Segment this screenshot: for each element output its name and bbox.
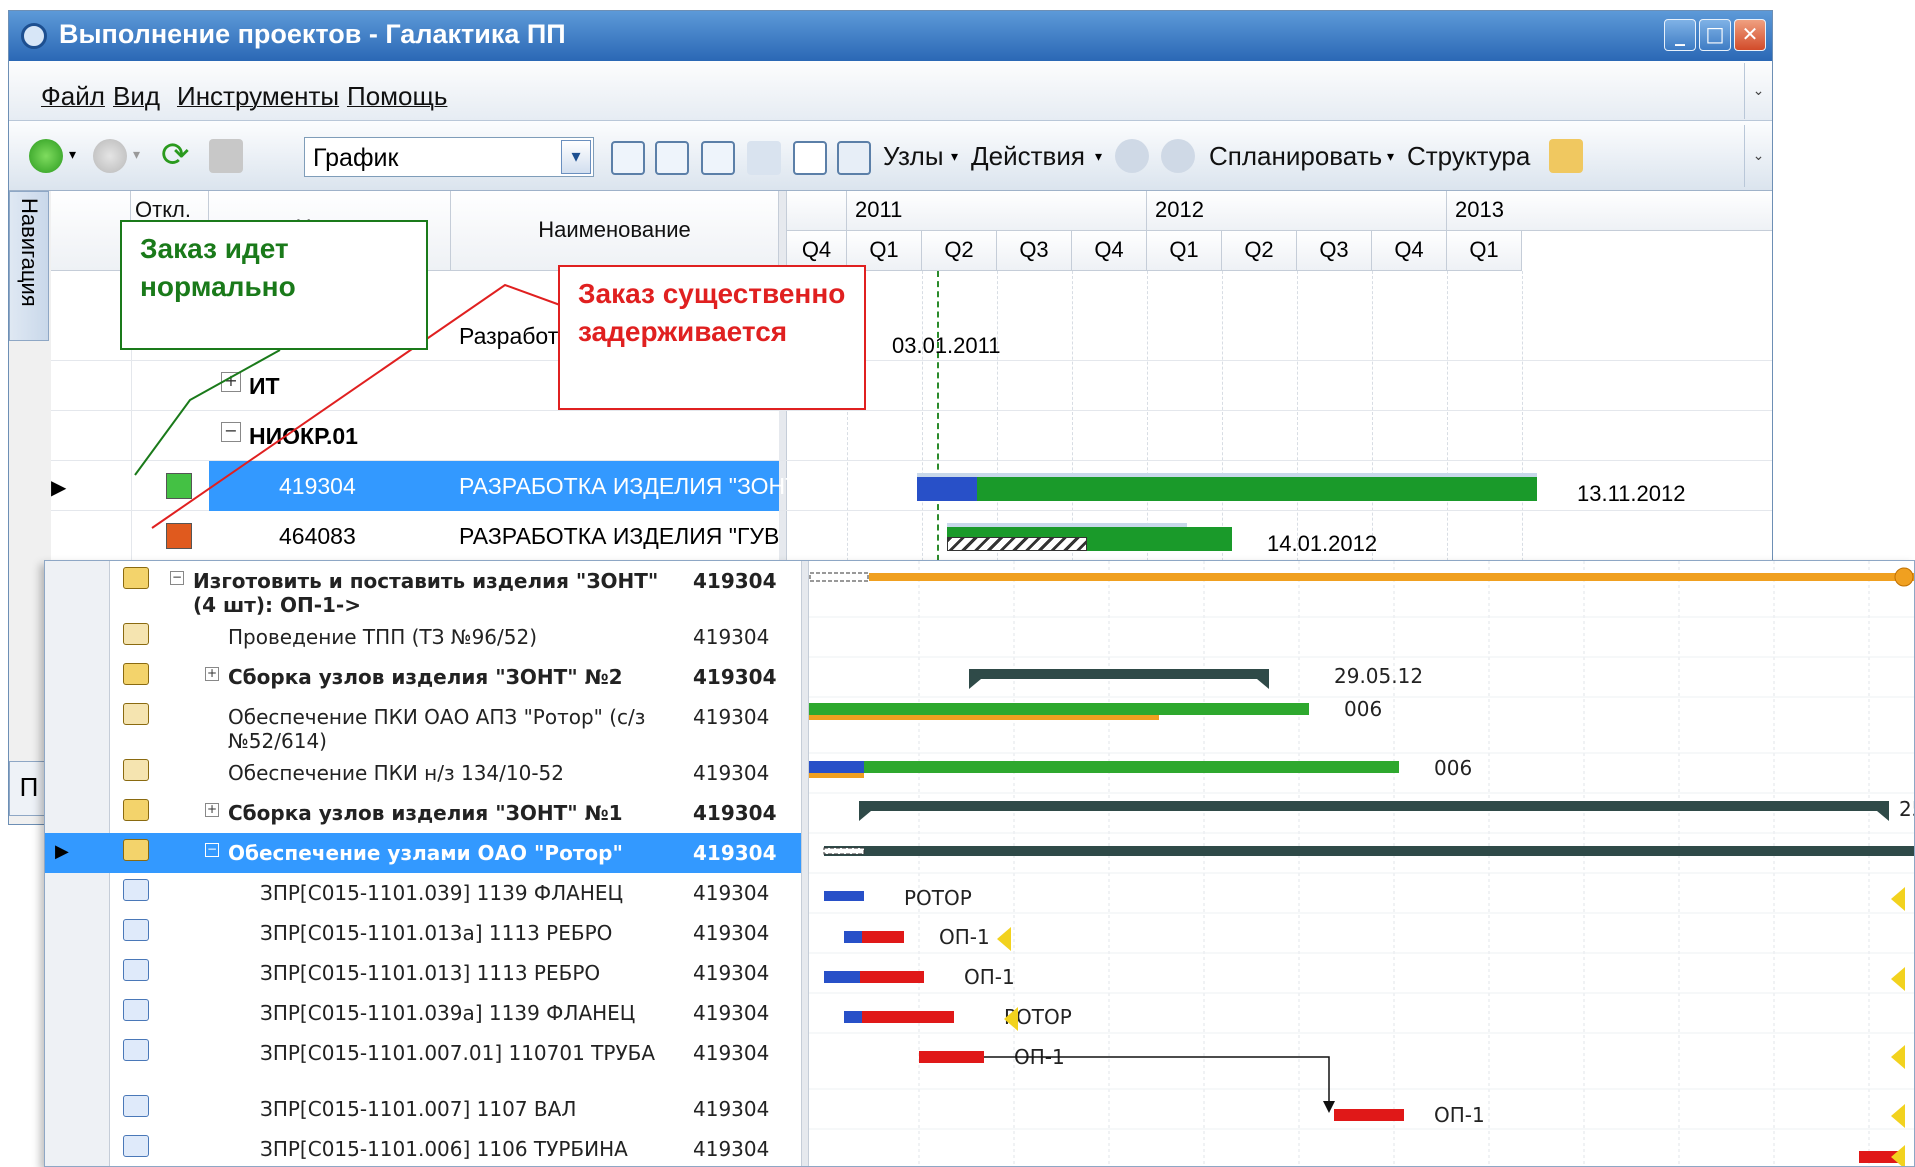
list-item[interactable]: Обеспечение ПКИ ОАО АПЗ "Ротор" (с/з №52… [45, 697, 801, 753]
normal-callout-leader [134, 349, 281, 476]
gantt-progress [824, 971, 860, 983]
milestone-marker [1891, 1045, 1905, 1069]
task-name: ЗПР[С015-1101.013а] 1113 РЕБРО [260, 921, 613, 945]
summary-gap [809, 573, 869, 581]
milestone-marker [1891, 1104, 1905, 1128]
gantt-label: 006 [1344, 697, 1382, 721]
person-icon [123, 759, 149, 781]
list-item[interactable]: + Сборка узлов изделия "ЗОНТ" №2 419304 [45, 657, 801, 697]
task-name: Проведение ТПП (ТЗ №96/52) [228, 625, 538, 649]
list-item[interactable]: ЗПР[С015-1101.007.01] 110701 ТРУБА 419304 [45, 1033, 801, 1089]
summary-bar [824, 846, 1914, 856]
dependency-arrow [1323, 1101, 1335, 1113]
folder-icon [123, 799, 149, 821]
list-item[interactable]: Обеспечение ПКИ н/з 134/10-52 419304 [45, 753, 801, 793]
task-name: ЗПР[С015-1101.007.01] 110701 ТРУБА [260, 1041, 656, 1065]
schedule-panel: − Изготовить и поставить изделия "ЗОНТ" (… [44, 560, 1915, 1167]
task-number: 419304 [693, 761, 770, 785]
gantt-label: 25. [1899, 797, 1915, 821]
person-icon [123, 623, 149, 645]
task-number: 419304 [693, 881, 770, 905]
task-number: 419304 [693, 841, 777, 865]
summary-dash [823, 847, 865, 855]
expand-toggle-icon[interactable]: − [205, 843, 219, 857]
gantt-progress [844, 931, 862, 943]
gantt-bar [809, 761, 1399, 773]
task-number: 419304 [693, 961, 770, 985]
list-item[interactable]: − Изготовить и поставить изделия "ЗОНТ" (… [45, 561, 801, 617]
gantt-label: 006 [1434, 756, 1472, 780]
summary-end-marker [1894, 567, 1914, 587]
task-number: 419304 [693, 1137, 770, 1161]
list-item[interactable]: ЗПР[С015-1101.039а] 1139 ФЛАНЕЦ 419304 [45, 993, 801, 1033]
doc-icon [123, 1135, 149, 1157]
list-item[interactable]: ЗПР[С015-1101.006] 1106 ТУРБИНА 419304 [45, 1129, 801, 1166]
task-name: ЗПР[С015-1101.039а] 1139 ФЛАНЕЦ [260, 1001, 636, 1025]
gantt-bar [1334, 1109, 1404, 1121]
task-name: ЗПР[С015-1101.039] 1139 ФЛАНЕЦ [260, 881, 624, 905]
gantt-progress [809, 761, 864, 773]
task-name: ЗПР[С015-1101.006] 1106 ТУРБИНА [260, 1137, 628, 1161]
task-number: 419304 [693, 1041, 770, 1065]
gantt-bar [919, 1051, 984, 1063]
task-number: 419304 [693, 705, 770, 729]
doc-icon [123, 919, 149, 941]
gantt-baseline [809, 773, 864, 778]
task-name: Обеспечение узлами ОАО "Ротор" [228, 841, 623, 865]
task-name: Обеспечение ПКИ н/з 134/10-52 [228, 761, 565, 785]
doc-icon [123, 879, 149, 901]
summary-bar [969, 669, 1269, 679]
task-number: 419304 [693, 1097, 770, 1121]
task-number: 419304 [693, 1001, 770, 1025]
list-item[interactable]: ЗПР[С015-1101.039] 1139 ФЛАНЕЦ 419304 [45, 873, 801, 913]
milestone-marker [1891, 887, 1905, 911]
doc-icon [123, 1039, 149, 1061]
doc-icon [123, 959, 149, 981]
gantt-bar [824, 891, 864, 901]
list-item[interactable]: − Обеспечение узлами ОАО "Ротор" 419304 [45, 833, 801, 873]
folder-icon [123, 839, 149, 861]
gantt-progress [844, 1011, 862, 1023]
row-pointer-icon: ▶ [55, 841, 69, 862]
expand-toggle-icon[interactable]: + [205, 803, 219, 817]
folder-icon [123, 663, 149, 685]
gantt-label: ОП-1 [1434, 1103, 1485, 1127]
callout-delayed: Заказ существенно задерживается [558, 265, 866, 410]
task-number: 419304 [693, 801, 777, 825]
milestone-marker [1891, 967, 1905, 991]
task-name: Изготовить и поставить изделия "ЗОНТ" (4… [193, 569, 659, 617]
task-name: Сборка узлов изделия "ЗОНТ" №1 [228, 801, 623, 825]
gantt-baseline [809, 715, 1159, 720]
task-number: 419304 [693, 921, 770, 945]
list-item[interactable]: + Сборка узлов изделия "ЗОНТ" №1 419304 [45, 793, 801, 833]
milestone-marker [997, 927, 1011, 951]
list-item[interactable]: ЗПР[С015-1101.007] 1107 ВАЛ 419304 [45, 1089, 801, 1129]
callout-normal: Заказ идет нормально [120, 220, 428, 350]
person-icon [123, 703, 149, 725]
gantt-label: 29.05.12 [1334, 664, 1423, 688]
summary-bar [859, 801, 1889, 811]
gantt-bar [809, 703, 1309, 715]
schedule-gantt: 29.05.1200600625.РОТОРОП-1ОП-1РОТОРОП-1О… [809, 561, 1915, 1166]
task-number: 419304 [693, 665, 777, 689]
folder-icon [123, 567, 149, 589]
doc-icon [123, 999, 149, 1021]
task-name: Сборка узлов изделия "ЗОНТ" №2 [228, 665, 623, 689]
list-item[interactable]: Проведение ТПП (ТЗ №96/52) 419304 [45, 617, 801, 657]
expand-toggle-icon[interactable]: + [205, 667, 219, 681]
task-number: 419304 [693, 569, 777, 593]
milestone-marker [1891, 1145, 1905, 1166]
list-item[interactable]: ЗПР[С015-1101.013] 1113 РЕБРО 419304 [45, 953, 801, 993]
gantt-label: ОП-1 [939, 925, 990, 949]
gantt-label: РОТОР [904, 886, 972, 910]
list-item[interactable]: ЗПР[С015-1101.013а] 1113 РЕБРО 419304 [45, 913, 801, 953]
task-name: Обеспечение ПКИ ОАО АПЗ "Ротор" (с/з №52… [228, 705, 646, 753]
doc-icon [123, 1095, 149, 1117]
task-name: ЗПР[С015-1101.013] 1113 РЕБРО [260, 961, 601, 985]
task-name: ЗПР[С015-1101.007] 1107 ВАЛ [260, 1097, 577, 1121]
gantt-label: ОП-1 [964, 965, 1015, 989]
task-number: 419304 [693, 625, 770, 649]
expand-toggle-icon[interactable]: − [170, 571, 184, 585]
summary-bar [809, 573, 1914, 581]
